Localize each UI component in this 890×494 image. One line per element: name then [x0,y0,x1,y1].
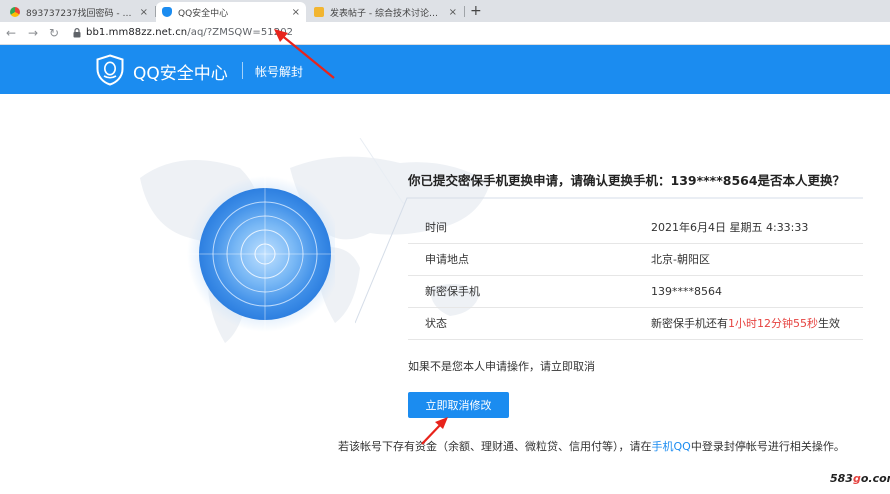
confirmation-question: 你已提交密保手机更换申请，请确认更换手机：139****8564是否本人更换？ [408,173,846,188]
lock-icon[interactable] [73,28,81,38]
row-label-location: 申请地点 [408,243,651,276]
shield-favicon-icon [162,7,172,17]
address-bar-row: ← → ↻ bb1.mm88zz.net.cn/aq/?ZMSQW=51202 [0,22,890,45]
footnote-suffix: 中登录封停帐号进行相关操作。 [690,440,845,453]
chrome-favicon-icon [10,7,20,17]
tab-divider [464,6,465,17]
tab-label: 893737237找回密码 - QQ邮箱 [26,8,134,19]
row-value-time: 2021年6月4日 星期五 4:33:33 [651,211,863,244]
table-row: 新密保手机 139****8564 [408,275,863,308]
reload-button[interactable]: ↻ [49,25,59,41]
status-suffix: 生效 [818,317,840,330]
tab-label: QQ安全中心 [178,8,229,19]
tab-close-icon[interactable]: × [449,7,457,18]
table-row: 时间 2021年6月4日 星期五 4:33:33 [408,211,863,244]
row-label-time: 时间 [408,211,651,244]
forum-favicon-icon [314,7,324,17]
tab-qq-mail[interactable]: 893737237找回密码 - QQ邮箱 × [4,2,154,22]
new-tab-button[interactable]: + [470,3,482,19]
countdown-timer: 1小时12分钟55秒 [728,317,818,330]
footnote-prefix: 若该帐号下存有资金（余额、理财通、微粒贷、信用付等），请在 [338,440,652,453]
watermark-text: o.com [860,472,890,485]
request-details-table: 时间 2021年6月4日 星期五 4:33:33 申请地点 北京-朝阳区 新密保… [408,211,863,340]
forward-button[interactable]: → [28,25,38,41]
mobile-qq-link[interactable]: 手机QQ [652,440,691,453]
watermark-accent: g [852,472,861,485]
funds-footnote: 若该帐号下存有资金（余额、理财通、微粒贷、信用付等），请在手机QQ中登录封停帐号… [338,438,845,454]
row-value-new-phone: 139****8564 [651,275,863,308]
cancel-change-button[interactable]: 立即取消修改 [408,392,509,418]
radar-globe-icon [175,175,335,335]
status-prefix: 新密保手机还有 [651,317,728,330]
table-row: 状态 新密保手机还有1小时12分钟55秒生效 [408,307,863,340]
tab-close-icon[interactable]: × [140,7,148,18]
url-field[interactable]: bb1.mm88zz.net.cn/aq/?ZMSQW=51202 [86,27,293,38]
tab-label: 发表帖子 - 综合技术讨论大区 - 易 [330,8,443,19]
url-path: /aq/?ZMSQW=51202 [187,27,294,38]
site-watermark: 583go.com [830,472,890,485]
cancel-notice: 如果不是您本人申请操作，请立即取消 [408,360,595,373]
back-button[interactable]: ← [6,25,16,41]
row-value-location: 北京-朝阳区 [651,243,863,276]
row-label-new-phone: 新密保手机 [408,275,651,308]
browser-tab-strip: 893737237找回密码 - QQ邮箱 × QQ安全中心 × 发表帖子 - 综… [0,0,890,22]
tab-qq-security[interactable]: QQ安全中心 × [156,2,306,22]
row-label-status: 状态 [408,307,651,340]
header-divider [242,62,243,79]
brand-title: QQ安全中心 [133,64,228,84]
site-header: QQ安全中心 帐号解封 [0,45,890,94]
tab-close-icon[interactable]: × [292,7,300,18]
tab-forum-post[interactable]: 发表帖子 - 综合技术讨论大区 - 易 × [308,2,463,22]
page-subtitle: 帐号解封 [255,65,304,79]
row-value-status: 新密保手机还有1小时12分钟55秒生效 [651,307,863,340]
url-host: bb1.mm88zz.net.cn [86,27,188,38]
table-row: 申请地点 北京-朝阳区 [408,243,863,276]
qq-shield-logo-icon [96,54,124,86]
watermark-text: 583 [830,472,853,485]
